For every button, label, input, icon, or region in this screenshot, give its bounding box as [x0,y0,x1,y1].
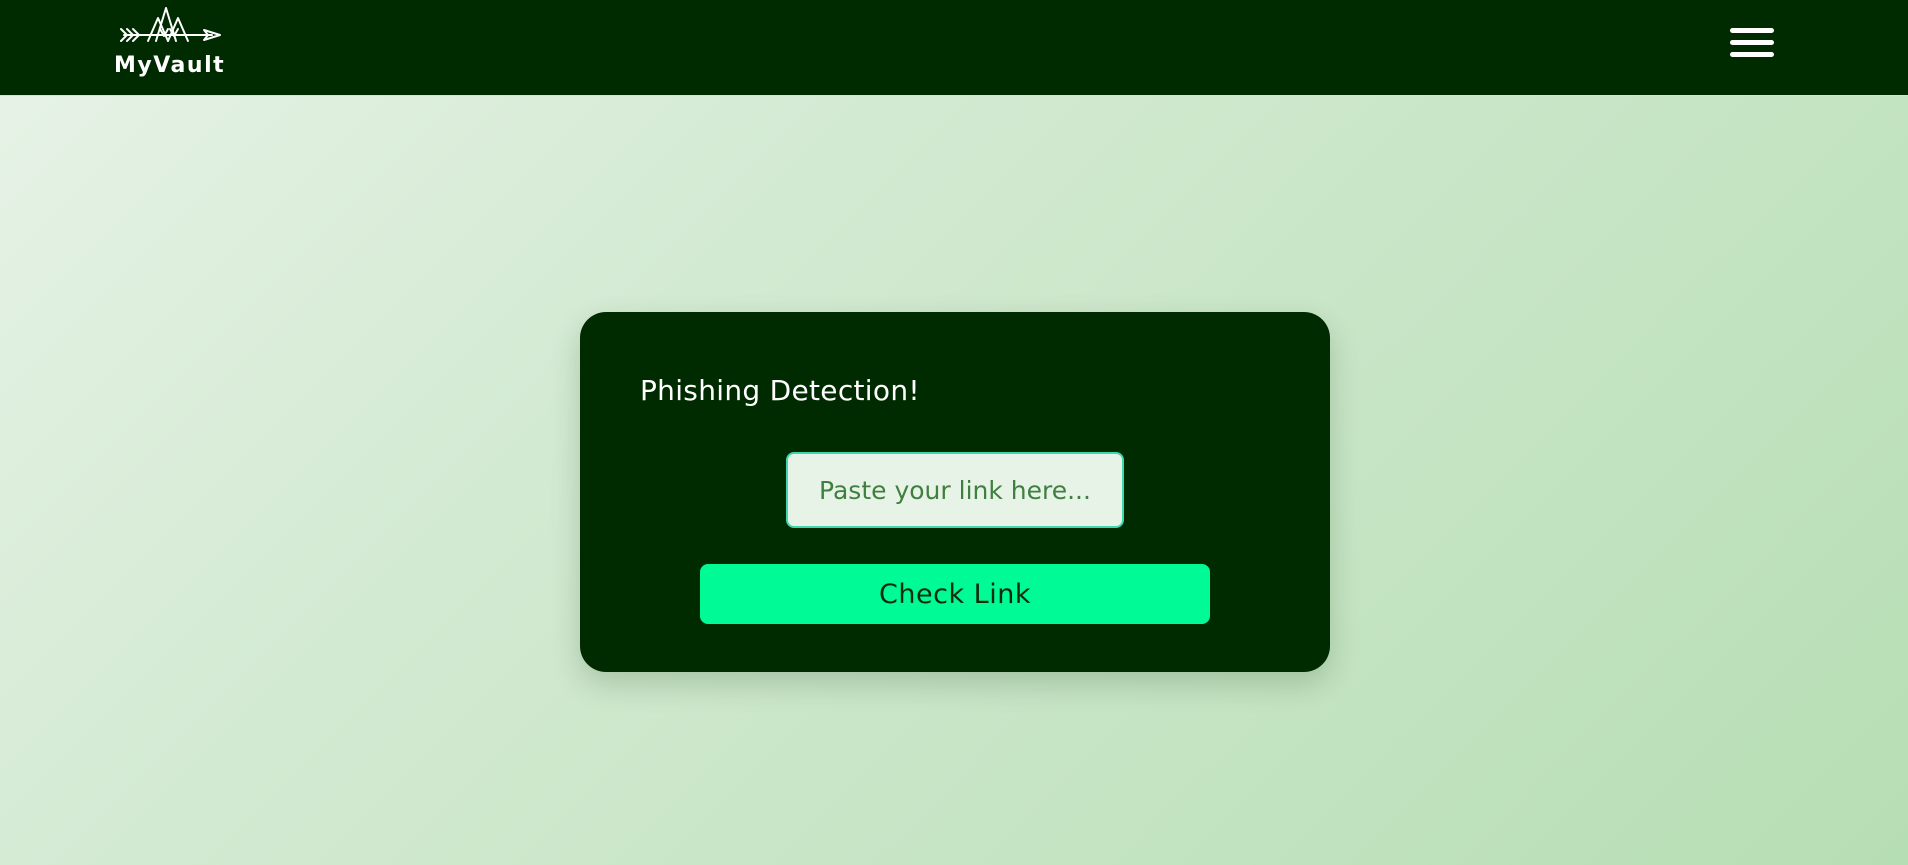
menu-bar [1730,52,1774,57]
navbar: MyVault [0,0,1908,96]
check-link-button[interactable]: Check Link [700,564,1210,624]
menu-bar [1730,28,1774,33]
card-title: Phishing Detection! [640,374,920,407]
hamburger-menu-icon[interactable] [1726,24,1774,64]
logo[interactable]: MyVault [112,4,232,84]
link-input[interactable] [786,452,1124,528]
logo-text: MyVault [114,53,226,78]
phishing-detection-card: Phishing Detection! Check Link [580,312,1330,672]
mountain-arrow-logo-icon [120,7,221,42]
page-background: MyVault Phishing Detection! Check Link [0,0,1908,865]
menu-bar [1730,40,1774,45]
